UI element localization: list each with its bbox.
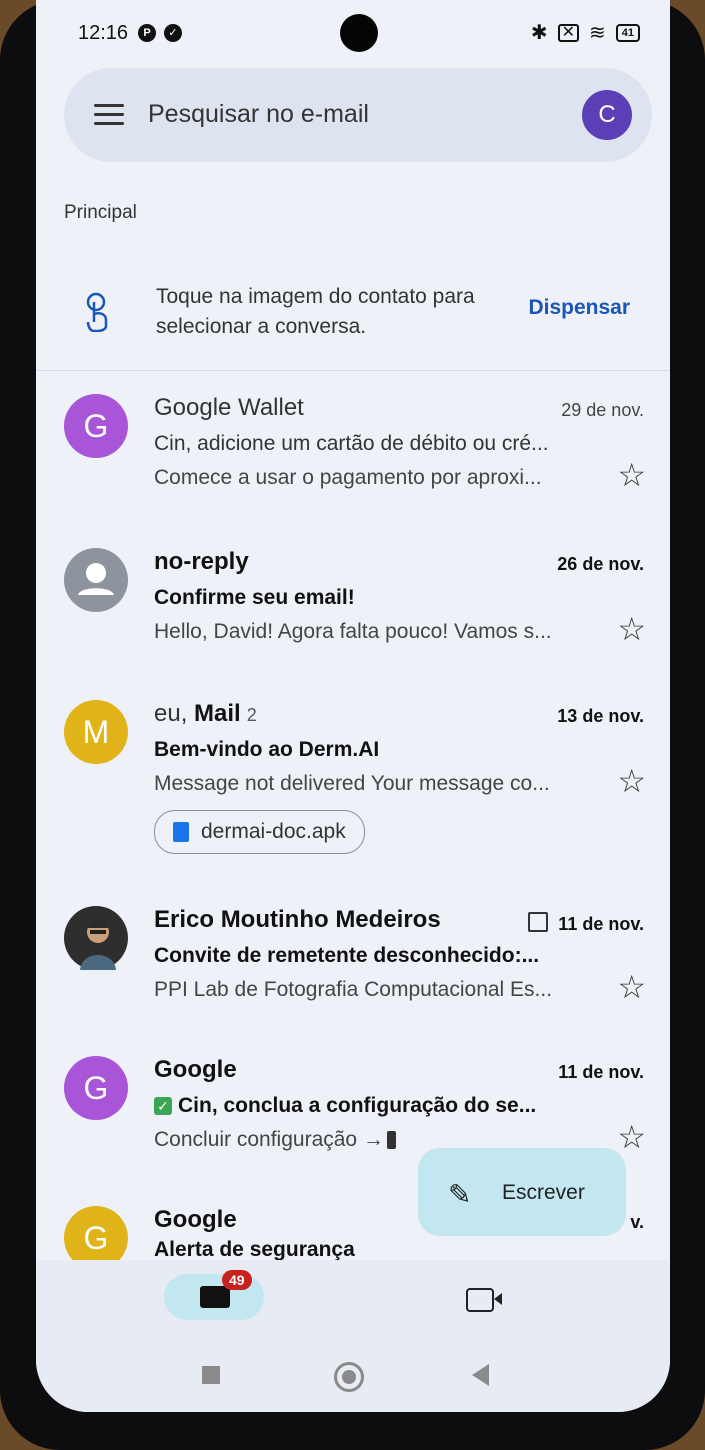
sim-icon: ✕ [557,23,579,42]
bottom-nav: 49 [36,1260,670,1350]
camera-hole [340,14,378,52]
sender-name: no-reply [154,548,249,575]
compose-label: Escrever [502,1181,585,1204]
sender-main: Mail [194,700,241,727]
email-row[interactable]: G Google Wallet 29 de nov. Cin, adicione… [36,394,670,504]
email-row[interactable]: no-reply 26 de nov. Confirme seu email! … [36,548,670,658]
battery-icon: 41 [615,23,640,42]
email-preview: Message not delivered Your message co... [154,772,550,795]
email-subject: Confirme seu email! [154,586,355,609]
email-date-text: 11 de nov. [558,914,644,934]
sender-prefix: eu, [154,700,195,727]
thread-count: 2 [246,705,257,725]
notification-icon: P [138,24,156,42]
attachment-chip[interactable]: dermai-doc.apk [154,810,365,854]
wifi-icon: ≋ [588,22,606,44]
person-photo [80,920,116,970]
sender-name: Google Wallet [154,394,304,421]
account-avatar[interactable]: C [582,90,632,140]
email-preview-text: Concluir configuração → [154,1128,384,1151]
tip-banner: Toque na imagem do contato para selecion… [36,262,670,371]
email-subject: ✓ Cin, conclua a configuração do se... [154,1094,599,1118]
calendar-icon [528,912,549,932]
sender-name: Google [154,1206,237,1233]
touch-icon [86,292,108,332]
sender-name: eu, Mail 2 [154,700,257,728]
status-bar: 12:16 P ✓ ✱ ✕ ≋ 41 [36,0,670,64]
checkmark-icon: ✓ [154,1097,172,1115]
pencil-icon: ✎ [448,1179,472,1210]
sender-name: Google [154,1056,237,1083]
email-date: 13 de nov. [557,706,644,726]
email-subject: Convite de remetente desconhecido:... [154,944,540,967]
search-input[interactable]: Pesquisar no e-mail [148,100,369,129]
email-row[interactable]: Erico Moutinho Medeiros 11 de nov. Convi… [36,906,670,1016]
section-label: Principal [64,202,137,223]
email-subject-text: Cin, conclua a configuração do se... [178,1094,537,1117]
home-button[interactable] [334,1362,364,1392]
email-date: v. [630,1212,644,1232]
star-icon[interactable]: ☆ [617,612,646,646]
bluetooth-icon: ✱ [530,22,548,44]
person-icon [78,563,114,595]
check-circle-icon: ✓ [164,24,182,42]
email-preview: Comece a usar o pagamento por aproxi... [154,466,542,489]
phone-frame: 12:16 P ✓ ✱ ✕ ≋ 41 Pesquisar no e-mail C… [0,0,705,1450]
email-preview: Hello, David! Agora falta pouco! Vamos s… [154,620,552,643]
sender-avatar[interactable]: G [64,1056,128,1120]
mail-icon [200,1286,230,1308]
email-subject: Alerta de segurança [154,1238,355,1260]
screen: 12:16 P ✓ ✱ ✕ ≋ 41 Pesquisar no e-mail C… [36,0,670,1412]
star-icon[interactable]: ☆ [617,1120,646,1154]
tip-text: Toque na imagem do contato para selecion… [156,285,475,338]
compose-button[interactable]: ✎ Escrever [418,1148,626,1236]
status-time: 12:16 [78,22,129,44]
sender-avatar[interactable] [64,548,128,612]
email-date: 11 de nov. [528,912,644,935]
search-bar[interactable]: Pesquisar no e-mail C [64,68,652,162]
star-icon[interactable]: ☆ [617,458,646,492]
phone-icon [386,1131,396,1149]
sender-avatar[interactable]: M [64,700,128,764]
sender-name: Erico Moutinho Medeiros [154,906,441,933]
status-icons: ✱ ✕ ≋ 41 [531,20,640,45]
video-camera-icon[interactable] [466,1288,502,1312]
sender-avatar-photo[interactable] [64,906,128,970]
email-date: 26 de nov. [557,554,644,574]
back-button[interactable] [472,1364,489,1386]
email-subject: Bem-vindo ao Derm.AI [154,738,380,761]
sender-avatar[interactable]: G [64,394,128,458]
email-date: 29 de nov. [561,400,644,420]
system-nav-bar [36,1350,670,1412]
email-preview: PPI Lab de Fotografia Computacional Es..… [154,978,553,1001]
star-icon[interactable]: ☆ [617,970,646,1004]
sender-avatar[interactable]: G [64,1206,128,1260]
unread-badge: 49 [222,1270,252,1290]
menu-icon[interactable] [94,104,124,126]
nav-mail-tab[interactable]: 49 [164,1270,264,1320]
email-subject: Cin, adicione um cartão de débito ou cré… [154,432,549,455]
attachment-name: dermai-doc.apk [201,820,346,843]
dismiss-button[interactable]: Dispensar [528,296,630,320]
recents-button[interactable] [202,1366,220,1384]
star-icon[interactable]: ☆ [617,764,646,798]
email-row[interactable]: M eu, Mail 2 13 de nov. Bem-vindo ao Derm… [36,700,670,860]
file-icon [173,822,189,842]
email-date: 11 de nov. [558,1062,644,1082]
